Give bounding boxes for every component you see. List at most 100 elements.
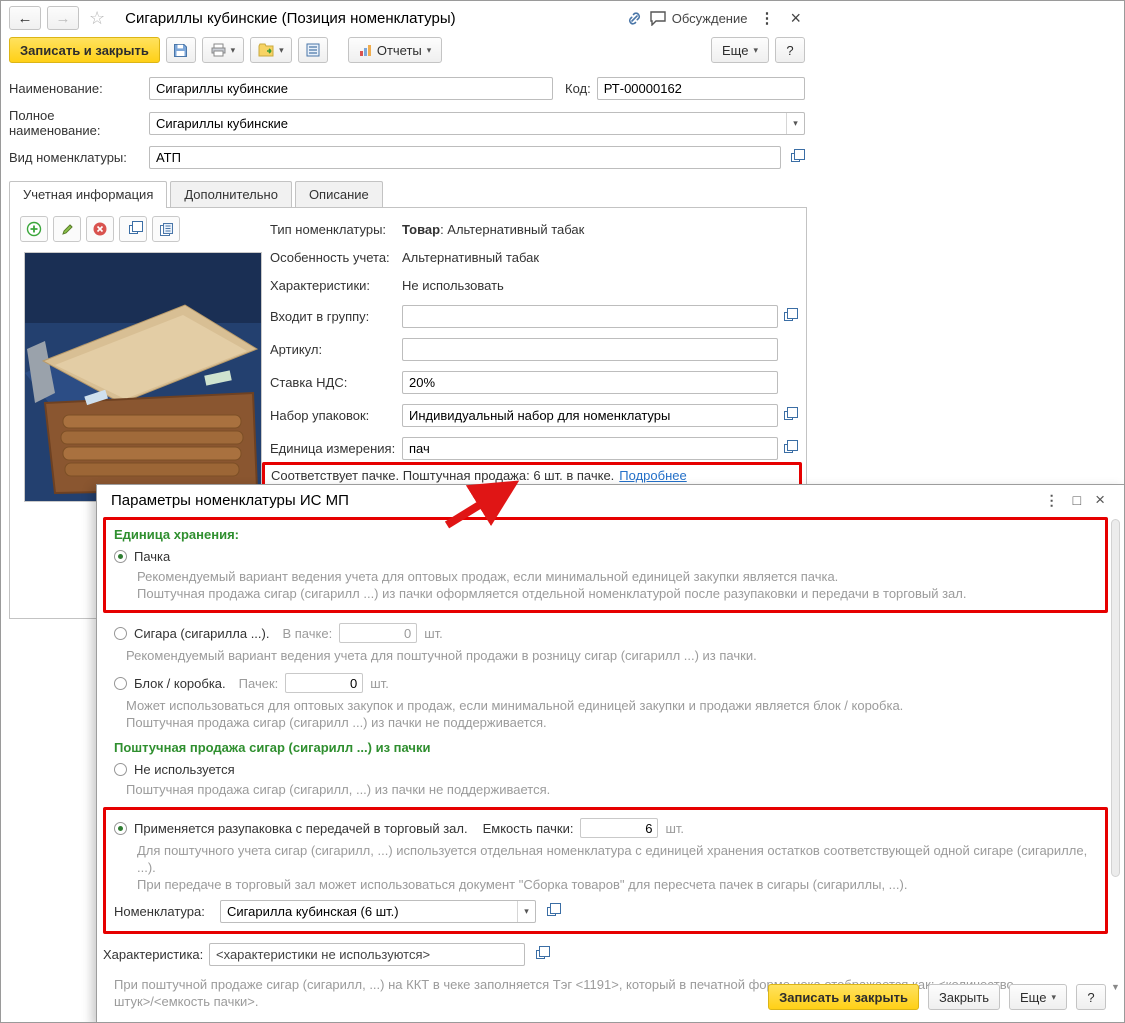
nomenclature-dropdown-button[interactable]: ▾ — [517, 901, 535, 922]
feature-label: Особенность учета: — [270, 250, 390, 265]
full-name-combo: ▾ — [149, 111, 805, 135]
dialog-more-button[interactable]: Еще ▾ — [1009, 984, 1067, 1010]
pack-note-text: Соответствует пачке. Поштучная продажа: … — [271, 468, 615, 483]
caret-down-icon: ▾ — [426, 44, 432, 55]
nomenclature-row: Номенклатура: ▾ — [114, 900, 1097, 923]
journal-icon — [306, 43, 320, 57]
reports-button[interactable]: Отчеты ▾ — [347, 37, 443, 63]
dialog-maximize-button[interactable]: □ — [1066, 492, 1088, 508]
block-qty-unit: шт. — [370, 675, 389, 691]
characteristic-input[interactable] — [209, 943, 525, 966]
pencil-icon — [61, 223, 73, 235]
block-option-desc: Может использоваться для оптовых закупок… — [126, 698, 904, 730]
group-open-button[interactable] — [778, 306, 798, 326]
isp-parameters-dialog: Параметры номенклатуры ИС МП ⋮ □ × Едини… — [96, 484, 1124, 1022]
dialog-save-close-button[interactable]: Записать и закрыть — [768, 984, 919, 1010]
unpack-desc: Для поштучного учета сигар (сигарилл, ..… — [137, 843, 1088, 892]
copy-list-icon — [159, 222, 173, 236]
details-link[interactable]: Подробнее — [619, 468, 686, 483]
not-used-radio-label[interactable]: Не используется — [134, 762, 235, 777]
tab-additional[interactable]: Дополнительно — [170, 181, 292, 207]
more-button[interactable]: Еще ▾ — [711, 37, 769, 63]
item-photo[interactable] — [24, 252, 262, 502]
picture-list-button[interactable] — [152, 216, 180, 242]
cigar-radio[interactable] — [114, 626, 127, 640]
feature-row: Особенность учета: Альтернативный табак — [270, 248, 798, 267]
report-icon — [359, 44, 371, 56]
kind-open-button[interactable] — [785, 148, 805, 168]
window-menu-button[interactable]: ⋮ — [753, 9, 780, 27]
name-input[interactable] — [149, 77, 553, 100]
save-close-button[interactable]: Записать и закрыть — [9, 37, 160, 63]
scroll-down-button[interactable]: ▼ — [1110, 982, 1121, 992]
pack-radio[interactable] — [114, 550, 127, 563]
full-name-input[interactable] — [150, 112, 786, 134]
feature-value: Альтернативный табак — [402, 250, 540, 265]
favorite-star-icon[interactable]: ☆ — [89, 8, 105, 29]
group-input[interactable] — [402, 304, 778, 328]
window-title: Сигариллы кубинские (Позиция номенклатур… — [125, 9, 456, 27]
capacity-input[interactable] — [580, 818, 659, 838]
folder-icon — [258, 43, 274, 57]
dialog-scrollbar[interactable]: ▼ — [1110, 517, 1122, 992]
edit-picture-button[interactable] — [53, 216, 81, 242]
unpack-radio-label[interactable]: Применяется разупаковка с передачей в то… — [134, 821, 468, 836]
unpack-radio[interactable] — [114, 821, 127, 835]
caret-down-icon: ▾ — [230, 44, 236, 55]
print-button[interactable]: ▾ — [201, 37, 244, 63]
caret-down-icon: ▾ — [524, 906, 529, 916]
block-qty-input[interactable] — [285, 673, 364, 693]
pack-set-row: Набор упаковок: — [270, 403, 798, 427]
vat-input[interactable] — [402, 370, 778, 394]
not-used-radio[interactable] — [114, 763, 127, 776]
link-button[interactable] — [626, 10, 643, 27]
cigar-qty-input[interactable] — [339, 623, 418, 643]
scrollbar-thumb[interactable] — [1111, 519, 1120, 878]
group-label: Входит в группу: — [270, 308, 370, 324]
nomenclature-label: Номенклатура: — [114, 904, 205, 919]
cigar-radio-label[interactable]: Сигара (сигарилла ...). — [134, 626, 269, 641]
code-input[interactable] — [596, 77, 805, 100]
discussion-button[interactable]: Обсуждение — [649, 10, 747, 26]
characteristic-open-button[interactable] — [530, 945, 550, 965]
help-button[interactable]: ? — [775, 37, 805, 63]
unit-input[interactable] — [402, 436, 778, 460]
unit-open-button[interactable] — [778, 438, 798, 458]
type-label: Тип номенклатуры: — [270, 222, 387, 237]
nomenclature-open-button[interactable] — [541, 902, 561, 922]
dialog-help-button[interactable]: ? — [1076, 984, 1106, 1010]
save-button[interactable] — [165, 37, 196, 63]
vat-row: Ставка НДС: — [270, 370, 798, 394]
dialog-close-button[interactable]: × — [1088, 490, 1112, 510]
article-input[interactable] — [402, 337, 778, 361]
delete-picture-button[interactable] — [86, 216, 114, 242]
forward-button[interactable]: → — [47, 6, 79, 30]
type-row: Тип номенклатуры: Товар: Альтернативный … — [270, 220, 798, 239]
pack-set-open-button[interactable] — [778, 405, 798, 425]
dialog-close-action-button[interactable]: Закрыть — [927, 984, 1001, 1010]
add-picture-button[interactable] — [20, 216, 48, 242]
group-row: Входит в группу: — [270, 304, 798, 328]
registers-button[interactable] — [297, 37, 328, 63]
code-label: Код: — [565, 81, 591, 96]
accounting-fields: Тип номенклатуры: Товар: Альтернативный … — [262, 220, 802, 489]
pack-radio-label[interactable]: Пачка — [134, 549, 170, 564]
create-from-button[interactable]: ▾ — [249, 37, 292, 63]
back-button[interactable]: ← — [9, 6, 41, 30]
full-name-dropdown-button[interactable]: ▾ — [786, 112, 804, 134]
nomenclature-input[interactable] — [221, 901, 517, 922]
window-close-button[interactable]: × — [786, 8, 805, 29]
kind-input[interactable] — [149, 146, 781, 169]
vat-label: Ставка НДС: — [270, 374, 348, 390]
dialog-menu-button[interactable]: ⋮ — [1038, 492, 1066, 509]
article-row: Артикул: — [270, 337, 798, 361]
tab-description[interactable]: Описание — [294, 181, 383, 207]
open-icon — [128, 220, 143, 234]
open-picture-button[interactable] — [119, 216, 147, 242]
type-value-rest: : Альтернативный табак — [440, 222, 585, 237]
block-radio[interactable] — [114, 676, 127, 690]
tab-accounting[interactable]: Учетная информация — [9, 181, 168, 208]
pack-set-input[interactable] — [402, 403, 778, 427]
characteristics-value[interactable]: Не использовать — [402, 278, 798, 293]
block-radio-label[interactable]: Блок / коробка. — [134, 676, 226, 691]
